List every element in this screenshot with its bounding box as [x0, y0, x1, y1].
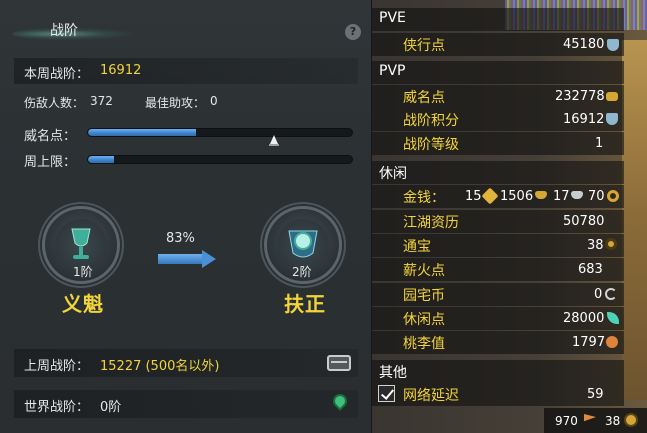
help-button[interactable]: ?: [345, 24, 361, 40]
background-scene-right: [622, 40, 647, 400]
network-latency-checkbox[interactable]: [378, 385, 395, 402]
pve-section-title: PVE: [379, 10, 406, 26]
prestige-progress-bar: [87, 128, 353, 137]
arrow-right-icon-head: [202, 250, 216, 268]
other-section-title: 其他: [379, 365, 407, 381]
money-coin-value: 70: [588, 189, 605, 204]
rank-level-value: 1: [595, 136, 604, 151]
prestige-cap-marker-base: [269, 144, 279, 146]
panel-title: 战阶: [50, 23, 78, 39]
assists-value: 0: [210, 94, 218, 108]
prestige-cap-marker-icon: [270, 135, 278, 144]
weekly-cap-progress-fill: [88, 156, 115, 163]
tongbao-coin-icon: [605, 238, 617, 250]
money-gold-value: 15: [465, 189, 482, 204]
weekly-cap-progress-bar: [87, 155, 353, 164]
garden-coin-label: 园宅币: [403, 288, 445, 304]
last-week-label: 上周战阶：: [24, 359, 90, 374]
weekly-rank-label: 本周战阶：: [24, 67, 90, 82]
pve-header-row: [372, 8, 624, 31]
leisure-section-title: 休闲: [379, 166, 407, 182]
next-rank-level: 2阶: [292, 265, 312, 279]
jianghu-seniority-value: 50780: [563, 214, 605, 229]
taoli-value-label: 桃李值: [403, 336, 445, 352]
money-silver-value: 1506: [500, 189, 534, 204]
pvp-section-title: PVP: [379, 63, 406, 79]
current-rank-name: 义魁: [62, 292, 104, 316]
coin-icon: [624, 413, 638, 427]
copper-coin-icon: [607, 190, 619, 202]
gourd-icon: [606, 336, 618, 348]
jianghu-seniority-label: 江湖资历: [403, 215, 459, 231]
world-rank-value: 0阶: [100, 400, 122, 415]
taoli-value-value: 1797: [572, 335, 606, 350]
xiaxing-points-label: 侠行点: [403, 38, 445, 54]
other-header-row: [372, 360, 624, 383]
leisure-header-row: [372, 161, 624, 184]
xinhuo-points-value: 683: [578, 262, 603, 277]
pvp-header-row: [372, 61, 624, 84]
rank-score-label: 战阶积分: [403, 113, 459, 129]
current-rank-level: 1阶: [73, 265, 93, 279]
rank-score-value: 16912: [563, 112, 605, 127]
world-rank-label: 世界战阶：: [24, 400, 90, 415]
leisure-points-value: 28000: [563, 311, 605, 326]
rank-level-label: 战阶等级: [403, 137, 459, 153]
tongbao-value: 38: [587, 238, 604, 253]
garden-coin-icon: [605, 288, 617, 300]
xinhuo-points-label: 薪火点: [403, 263, 445, 279]
prestige-points-icon: [606, 92, 618, 101]
arrow-right-icon: [158, 254, 204, 264]
kills-value: 372: [90, 94, 113, 108]
prestige-progress-fill: [88, 129, 197, 136]
leisure-points-label: 休闲点: [403, 312, 445, 328]
money-label: 金钱：: [403, 190, 445, 206]
next-rank-name: 扶正: [284, 292, 326, 316]
garden-coin-value: 0: [594, 287, 603, 302]
assists-label: 最佳助攻：: [145, 96, 206, 110]
prestige-points-label: 威名点: [403, 90, 445, 106]
last-week-value: 15227 (500名以外): [100, 359, 220, 374]
tongbao-label: 通宝: [403, 239, 431, 255]
network-latency-value: 59: [587, 387, 604, 402]
weekly-cap-label: 周上限：: [24, 155, 77, 170]
network-latency-label: 网络延迟: [403, 388, 459, 404]
xiaxing-points-icon: [607, 39, 619, 51]
prestige-points-value: 232778: [555, 89, 605, 104]
rank-progress-percent: 83%: [166, 231, 195, 246]
kills-label: 伤敌人数：: [24, 96, 85, 110]
money-copper-value: 17: [553, 189, 570, 204]
bottom-value-b: 38: [605, 414, 621, 428]
weekly-rank-value: 16912: [100, 63, 142, 78]
rank-score-icon: [606, 113, 618, 125]
treasure-chest-icon[interactable]: [327, 355, 351, 371]
currency-panel: PVE 侠行点 45180 PVP 威名点 232778 战阶积分 16912 …: [372, 0, 647, 433]
xiaxing-points-value: 45180: [563, 37, 605, 52]
battle-rank-panel: 战阶 ? 本周战阶： 16912 伤敌人数： 372 最佳助攻： 0 威名点： …: [0, 0, 372, 433]
bottom-value-a: 970: [555, 414, 578, 428]
prestige-label: 威名点：: [24, 129, 77, 144]
panel-header: 战阶 ?: [0, 14, 372, 50]
